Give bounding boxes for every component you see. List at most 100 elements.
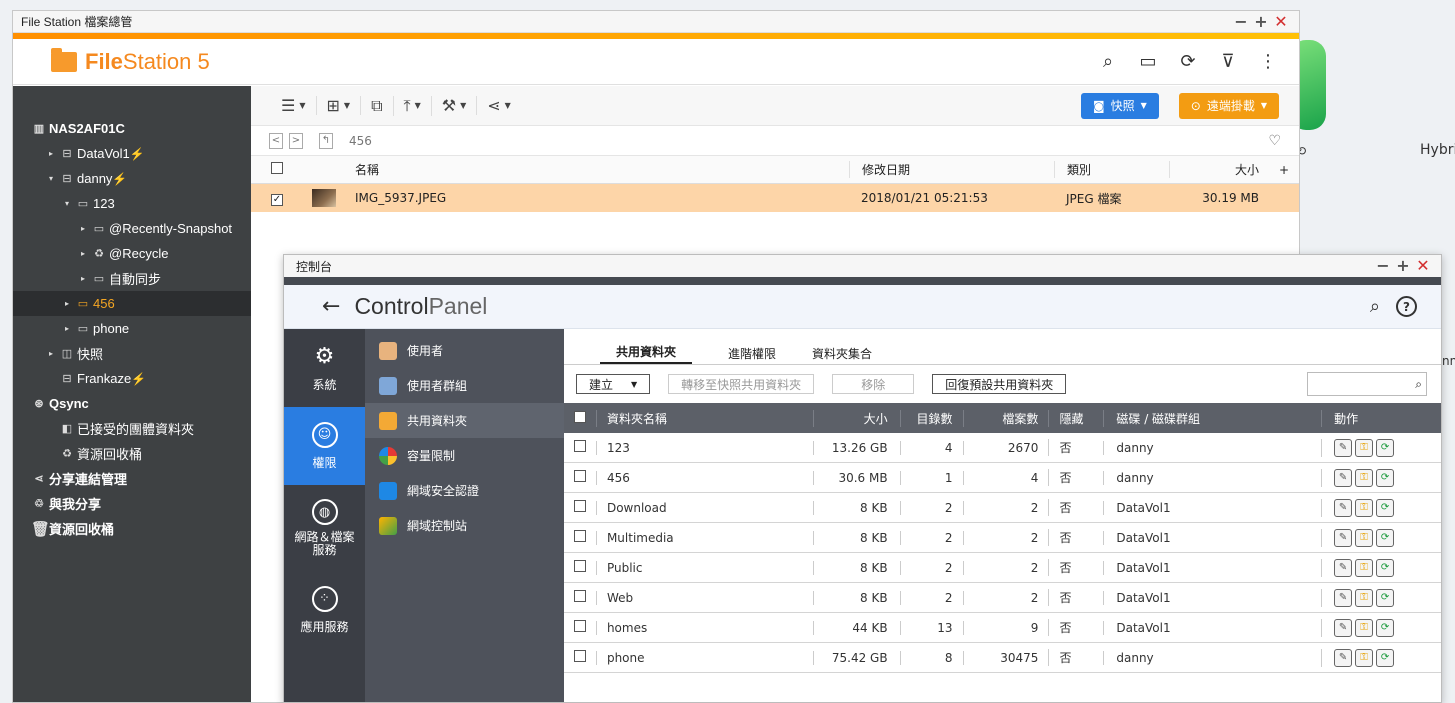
refresh-icon[interactable]: ⟳ — [1376, 558, 1395, 577]
tree-item-phone[interactable]: ▸ ▭ phone — [13, 316, 251, 341]
refresh-icon[interactable]: ⟳ — [1376, 648, 1395, 667]
permission-icon[interactable]: ⚿ — [1355, 498, 1374, 517]
tab-folder-aggregation[interactable]: 資料夾集合 — [812, 345, 872, 364]
tree-item-frankaze[interactable]: ⊟ Frankaze ⚡ — [13, 366, 251, 391]
create-button[interactable]: 建立 ▼ — [576, 374, 651, 394]
table-row[interactable]: 456 30.6 MB 1 4 否 danny ✎ ⚿ ⟳ — [564, 463, 1441, 493]
desktop-app-label[interactable]: Hybri — [1420, 142, 1455, 158]
row-checkbox[interactable] — [573, 650, 586, 662]
column-dirs[interactable]: 目錄數 — [899, 409, 963, 427]
tree-item-recycle-bin[interactable]: ♻ 資源回收桶 — [13, 441, 251, 466]
permission-icon[interactable]: ⚿ — [1355, 618, 1374, 637]
table-row[interactable]: Multimedia 8 KB 2 2 否 DataVol1 ✎ ⚿ ⟳ — [564, 523, 1441, 553]
expand-arrow-icon[interactable]: ▸ — [49, 349, 59, 358]
folder-search-input[interactable]: ⌕ — [1307, 372, 1427, 396]
category-privilege[interactable]: ☺ 權限 — [284, 407, 365, 485]
tree-item-nas[interactable]: ▥ NAS2AF01C — [13, 116, 251, 141]
row-checkbox[interactable] — [573, 500, 586, 512]
permission-icon[interactable]: ⚿ — [1355, 438, 1374, 457]
close-button[interactable]: ✕ — [1413, 256, 1433, 276]
refresh-icon[interactable]: ⟳ — [1376, 588, 1395, 607]
file-row[interactable]: ✓ IMG_5937.JPEG 2018/01/21 05:21:53 JPEG… — [251, 184, 1299, 212]
column-modified[interactable]: 修改日期 — [849, 161, 1054, 178]
share-button[interactable]: ⋖ ▼ — [477, 96, 521, 115]
table-row[interactable]: 123 13.26 GB 4 2670 否 danny ✎ ⚿ ⟳ — [564, 433, 1441, 463]
sub-item-users[interactable]: 使用者 — [365, 333, 564, 368]
refresh-icon[interactable]: ⟳ — [1376, 618, 1395, 637]
parent-folder-button[interactable]: ↰ — [319, 132, 333, 149]
row-checkbox[interactable] — [573, 440, 586, 452]
column-size[interactable]: 大小 — [1169, 161, 1269, 178]
tree-item-datavol1[interactable]: ▸ ⊟ DataVol1 ⚡ — [13, 141, 251, 166]
edit-icon[interactable]: ✎ — [1334, 468, 1353, 487]
column-size[interactable]: 大小 — [812, 409, 900, 427]
tree-item-shared-with-me[interactable]: ♲ 與我分享 — [13, 491, 251, 516]
back-arrow-icon[interactable]: ← — [322, 294, 340, 319]
tree-item-team-folder[interactable]: ◧ 已接受的團體資料夾 — [13, 416, 251, 441]
column-name[interactable]: 名稱 — [345, 161, 849, 178]
permission-icon[interactable]: ⚿ — [1355, 588, 1374, 607]
row-checkbox[interactable] — [573, 560, 586, 572]
column-folder-name[interactable]: 資料夾名稱 — [595, 409, 813, 427]
permission-icon[interactable]: ⚿ — [1355, 558, 1374, 577]
select-all-checkbox[interactable] — [573, 410, 586, 423]
filter-icon[interactable]: ⊽ — [1217, 51, 1239, 72]
maximize-button[interactable]: + — [1393, 256, 1413, 276]
row-checkbox[interactable] — [573, 530, 586, 542]
edit-icon[interactable]: ✎ — [1334, 648, 1353, 667]
row-checkbox[interactable]: ✓ — [271, 193, 283, 206]
sub-item-quota[interactable]: 容量限制 — [365, 438, 564, 473]
expand-arrow-icon[interactable]: ▸ — [65, 324, 75, 333]
edit-icon[interactable]: ✎ — [1334, 528, 1353, 547]
collapse-arrow-icon[interactable]: ▾ — [49, 174, 59, 183]
table-row[interactable]: phone 75.42 GB 8 30475 否 danny ✎ ⚿ ⟳ — [564, 643, 1441, 673]
tree-item-trash[interactable]: 🗑 資源回收桶 — [13, 516, 251, 541]
refresh-icon[interactable]: ⟳ — [1376, 438, 1395, 457]
column-hidden[interactable]: 隱藏 — [1048, 409, 1103, 427]
row-checkbox[interactable] — [573, 470, 586, 482]
back-button[interactable]: < — [269, 132, 283, 149]
select-all-checkbox[interactable] — [271, 162, 283, 174]
tree-item-recently-snapshot[interactable]: ▸ ▭ @Recently-Snapshot — [13, 216, 251, 241]
expand-arrow-icon[interactable]: ▸ — [81, 224, 91, 233]
move-to-snapshot-button[interactable]: 轉移至快照共用資料夾 — [668, 374, 815, 394]
close-button[interactable]: ✕ — [1271, 12, 1291, 32]
view-mode-button[interactable]: ☰ ▼ — [271, 96, 317, 115]
search-icon[interactable]: ⌕ — [1415, 377, 1422, 392]
category-network[interactable]: ◍ 網路＆檔案服務 — [284, 485, 365, 571]
expand-arrow-icon[interactable]: ▸ — [81, 274, 91, 283]
more-icon[interactable]: ⋮ — [1257, 51, 1279, 72]
permission-icon[interactable]: ⚿ — [1355, 648, 1374, 667]
category-system[interactable]: ⚙ 系統 — [284, 329, 365, 407]
maximize-button[interactable]: + — [1251, 12, 1271, 32]
sub-item-domain-security[interactable]: 網域安全認證 — [365, 473, 564, 508]
sub-item-user-groups[interactable]: 使用者群組 — [365, 368, 564, 403]
category-applications[interactable]: ⁘ 應用服務 — [284, 571, 365, 649]
sub-item-shared-folders[interactable]: 共用資料夾 — [365, 403, 564, 438]
upload-button[interactable]: ⤒ ▼ — [394, 95, 432, 116]
copy-button[interactable]: ⧉ — [361, 95, 394, 116]
tools-button[interactable]: ⚒ ▼ — [432, 96, 478, 115]
table-row[interactable]: homes 44 KB 13 9 否 DataVol1 ✎ ⚿ ⟳ — [564, 613, 1441, 643]
table-row[interactable]: Public 8 KB 2 2 否 DataVol1 ✎ ⚿ ⟳ — [564, 553, 1441, 583]
minimize-button[interactable]: − — [1231, 12, 1251, 32]
favorite-heart-icon[interactable]: ♡ — [1268, 133, 1281, 149]
row-checkbox[interactable] — [573, 620, 586, 632]
tree-item-456[interactable]: ▸ ▭ 456 — [13, 291, 251, 316]
collapse-arrow-icon[interactable]: ▾ — [65, 199, 75, 208]
expand-arrow-icon[interactable]: ▸ — [65, 299, 75, 308]
column-volume[interactable]: 磁碟 / 磁碟群組 — [1103, 409, 1321, 427]
tab-advanced-permissions[interactable]: 進階權限 — [728, 345, 776, 364]
cast-icon[interactable]: ▭ — [1137, 51, 1159, 72]
refresh-icon[interactable]: ⟳ — [1376, 528, 1395, 547]
column-type[interactable]: 類別 — [1054, 161, 1169, 178]
edit-icon[interactable]: ✎ — [1334, 498, 1353, 517]
tab-shared-folders[interactable]: 共用資料夾 — [600, 343, 693, 364]
minimize-button[interactable]: − — [1373, 256, 1393, 276]
tree-item-recycle[interactable]: ▸ ♻ @Recycle — [13, 241, 251, 266]
tree-item-auto-sync[interactable]: ▸ ▭ 自動同步 — [13, 266, 251, 291]
tree-item-danny[interactable]: ▾ ⊟ danny ⚡ — [13, 166, 251, 191]
permission-icon[interactable]: ⚿ — [1355, 468, 1374, 487]
permission-icon[interactable]: ⚿ — [1355, 528, 1374, 547]
edit-icon[interactable]: ✎ — [1334, 438, 1353, 457]
